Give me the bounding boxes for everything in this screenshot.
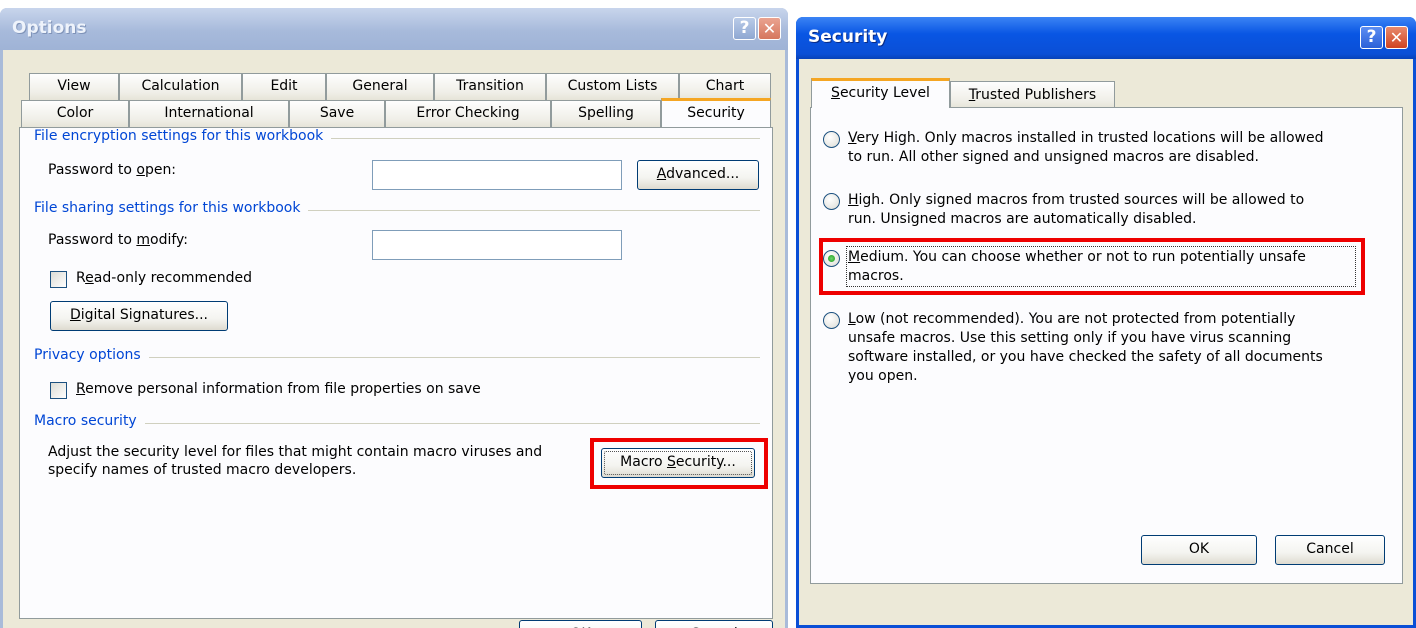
security-panel: File encryption settings for this workbo… <box>19 127 773 619</box>
password-modify-label: Password to modify: <box>48 232 189 248</box>
password-open-label: Password to open: <box>48 162 177 178</box>
radio-high[interactable] <box>823 193 840 210</box>
cancel-button[interactable]: Cancel <box>1275 535 1385 565</box>
tab-save[interactable]: Save <box>289 100 385 127</box>
radio-low[interactable] <box>823 312 840 329</box>
macro-description-line1: Adjust the security level for files that… <box>48 444 543 460</box>
security-title: Security <box>808 27 888 47</box>
tab-calculation[interactable]: Calculation <box>119 73 242 100</box>
macro-header: Macro security <box>34 413 145 429</box>
tab-international[interactable]: International <box>129 100 289 127</box>
macro-description-line2: specify names of trusted macro developer… <box>48 462 357 478</box>
tab-error-checking[interactable]: Error Checking <box>385 100 551 127</box>
option-high-text: High. Only signed macros from trusted so… <box>848 192 1305 227</box>
cancel-button[interactable]: Cancel <box>655 620 773 628</box>
tab-spelling[interactable]: Spelling <box>551 100 661 127</box>
help-icon[interactable]: ? <box>1360 26 1383 49</box>
tab-view[interactable]: View <box>29 73 119 100</box>
tab-security[interactable]: Security <box>661 98 771 127</box>
options-dialog: Options ? ✕ View Calculation Edit Genera… <box>0 8 788 628</box>
radio-very-high[interactable] <box>823 131 840 148</box>
option-very-high-text: Very High. Only macros installed in trus… <box>848 130 1324 165</box>
tab-edit[interactable]: Edit <box>242 73 326 100</box>
close-icon[interactable]: ✕ <box>1385 26 1408 49</box>
remove-info-label: Remove personal information from file pr… <box>76 381 481 397</box>
encryption-header: File encryption settings for this workbo… <box>34 128 332 144</box>
security-level-panel: Very High. Only macros installed in trus… <box>810 107 1403 584</box>
option-low-text: Low (not recommended). You are not prote… <box>848 311 1323 384</box>
ok-button[interactable]: OK <box>1141 535 1257 565</box>
options-title: Options <box>12 18 87 38</box>
password-open-field[interactable] <box>372 160 622 190</box>
tab-color[interactable]: Color <box>21 100 129 127</box>
advanced-button[interactable]: Advanced... <box>637 160 759 190</box>
tab-chart[interactable]: Chart <box>679 73 771 100</box>
macro-security-button[interactable]: Macro Security... <box>601 448 755 478</box>
security-dialog: Security ? ✕ Security Level Trusted Publ… <box>796 17 1416 628</box>
options-client: View Calculation Edit General Transition… <box>3 50 785 628</box>
radio-medium[interactable] <box>823 250 840 267</box>
ok-button[interactable]: OK <box>519 620 642 628</box>
option-medium-text: Medium. You can choose whether or not to… <box>848 249 1306 284</box>
remove-info-checkbox[interactable] <box>50 382 67 399</box>
focus-ring <box>604 451 752 475</box>
privacy-header: Privacy options <box>34 347 149 363</box>
security-titlebar[interactable]: Security ? ✕ <box>796 17 1416 59</box>
readonly-label: Read-only recommended <box>76 270 253 286</box>
password-modify-field[interactable] <box>372 230 622 260</box>
tab-transition[interactable]: Transition <box>434 73 546 100</box>
digital-signatures-button[interactable]: Digital Signatures... <box>50 301 228 331</box>
close-icon[interactable]: ✕ <box>758 17 781 40</box>
tab-trusted-publishers[interactable]: Trusted Publishers <box>950 81 1115 108</box>
sharing-header: File sharing settings for this workbook <box>34 200 309 216</box>
security-client: Security Level Trusted Publishers Very H… <box>799 59 1413 625</box>
help-icon[interactable]: ? <box>733 17 756 40</box>
tab-custom-lists[interactable]: Custom Lists <box>546 73 679 100</box>
options-titlebar[interactable]: Options ? ✕ <box>0 8 788 50</box>
tab-general[interactable]: General <box>326 73 434 100</box>
readonly-checkbox[interactable] <box>50 271 67 288</box>
tab-security-level[interactable]: Security Level <box>811 78 950 108</box>
